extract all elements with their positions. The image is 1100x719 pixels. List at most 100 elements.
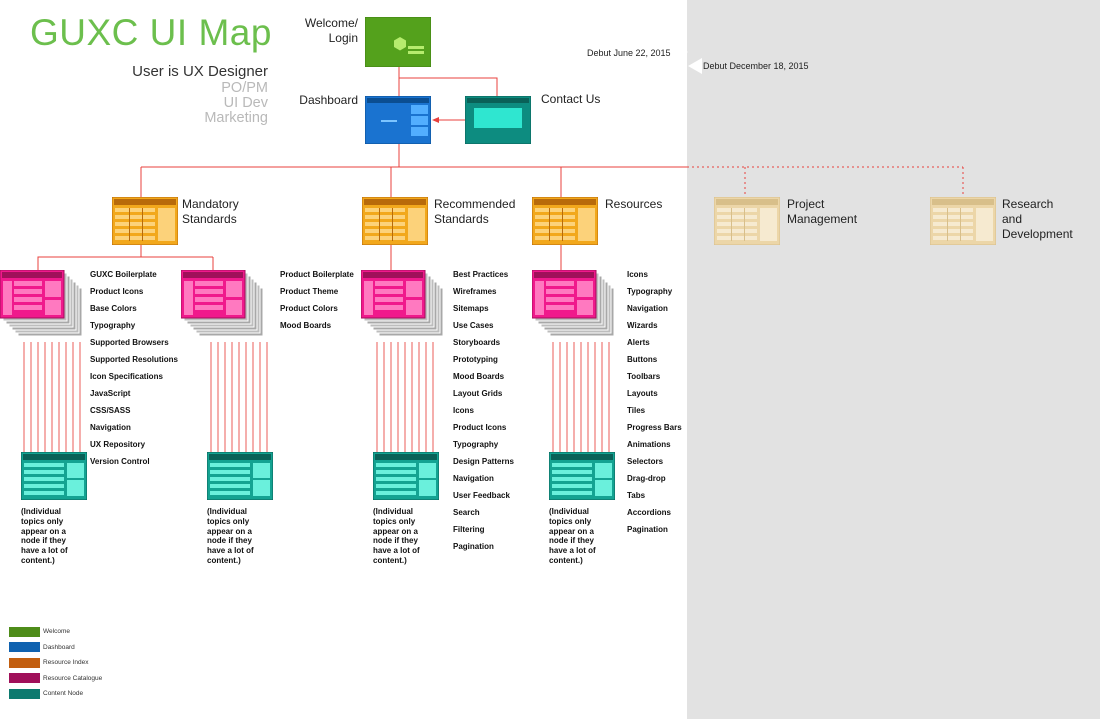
contact-screen-icon[interactable] <box>465 96 531 144</box>
legend-label: Dashboard <box>43 643 75 651</box>
content-node-note: (Individual topics only appear on a node… <box>21 507 68 565</box>
mandatory-standards-label: Mandatory Standards <box>182 197 239 226</box>
mandatory-topic-list: GUXC Boilerplate Product Icons Base Colors… <box>90 266 178 470</box>
product-topic-item[interactable]: Product Boilerplate <box>280 266 354 283</box>
resources-topic-item[interactable]: Accordions <box>627 504 682 521</box>
recommended-topic-item[interactable]: Filtering <box>453 521 514 538</box>
product-topic-list: Product Boilerplate Product Theme Product … <box>280 266 354 334</box>
recommended-topic-item[interactable]: Pagination <box>453 538 514 555</box>
mandatory-topic-item[interactable]: CSS/SASS <box>90 402 178 419</box>
legend-label: Resource Catalogue <box>43 674 103 682</box>
content-node-icon[interactable] <box>373 452 439 500</box>
resources-topic-item[interactable]: Layouts <box>627 385 682 402</box>
mandatory-topic-item[interactable]: JavaScript <box>90 385 178 402</box>
recommended-topic-item[interactable]: Wireframes <box>453 283 514 300</box>
resources-topic-item[interactable]: Tabs <box>627 487 682 504</box>
legend-label: Resource Index <box>43 659 89 666</box>
legend-swatch <box>9 626 40 637</box>
project-management-label: Project Management <box>787 197 858 226</box>
map-title: GUXC UI Map <box>30 12 272 53</box>
content-node-icon[interactable] <box>207 452 273 500</box>
mandatory-topic-item[interactable]: Version Control <box>90 453 178 470</box>
recommended-topic-item[interactable]: Navigation <box>453 470 514 487</box>
role-ui-dev[interactable]: UI Dev <box>224 96 268 111</box>
product-topic-item[interactable]: Product Theme <box>280 283 354 300</box>
product-topic-item[interactable]: Product Colors <box>280 300 354 317</box>
mandatory-topic-item[interactable]: Icon Specifications <box>90 368 178 385</box>
recommended-topic-item[interactable]: Use Cases <box>453 317 514 334</box>
resources-topic-item[interactable]: Navigation <box>627 300 682 317</box>
role-marketing[interactable]: Marketing <box>204 111 268 126</box>
recommended-topic-item[interactable]: Best Practices <box>453 266 514 283</box>
resources-topic-item[interactable]: Toolbars <box>627 368 682 385</box>
resources-topic-item[interactable]: Selectors <box>627 453 682 470</box>
recommended-topic-item[interactable]: Product Icons <box>453 419 514 436</box>
resource-index-icon[interactable] <box>112 197 178 245</box>
resources-topic-item[interactable]: Drag-drop <box>627 470 682 487</box>
resources-topic-item[interactable]: Icons <box>627 266 682 283</box>
legend-swatch <box>9 673 40 683</box>
dashboard-label: Dashboard <box>299 93 358 107</box>
ui-map-canvas: GUXC UI Map User is UX Designer PO/PM UI… <box>0 0 1100 719</box>
mandatory-topic-item[interactable]: GUXC Boilerplate <box>90 266 178 283</box>
welcome-label: Welcome/ Login <box>304 16 358 45</box>
recommended-topic-item[interactable]: Icons <box>453 402 514 419</box>
recommended-topic-item[interactable]: Prototyping <box>453 351 514 368</box>
recommended-topic-item[interactable]: User Feedback <box>453 487 514 504</box>
legend-item: Welcome <box>9 626 70 637</box>
resources-topic-item[interactable]: Alerts <box>627 334 682 351</box>
recommended-topic-item[interactable]: Design Patterns <box>453 453 514 470</box>
mandatory-topic-item[interactable]: Product Icons <box>90 283 178 300</box>
recommended-topic-item[interactable]: Layout Grids <box>453 385 514 402</box>
legend-item: Dashboard <box>9 642 75 653</box>
resources-topic-item[interactable]: Animations <box>627 436 682 453</box>
content-node-icon[interactable] <box>549 452 615 500</box>
resources-topic-item[interactable]: Progress Bars <box>627 419 682 436</box>
mandatory-topic-item[interactable]: Supported Resolutions <box>90 351 178 368</box>
resources-topic-item[interactable]: Tiles <box>627 402 682 419</box>
research-development-label: Research and Development <box>1002 197 1073 241</box>
legend-item: Content Node <box>9 688 83 699</box>
resource-catalogue-stack-icon[interactable] <box>181 270 275 342</box>
dashboard-screen-icon[interactable] <box>365 96 431 144</box>
resources-topic-item[interactable]: Buttons <box>627 351 682 368</box>
mandatory-topic-item[interactable]: Typography <box>90 317 178 334</box>
resources-topic-item[interactable]: Typography <box>627 283 682 300</box>
recommended-standards-label: Recommended Standards <box>434 197 516 226</box>
research-index-icon[interactable] <box>930 197 996 245</box>
role-po-pm[interactable]: PO/PM <box>221 81 268 96</box>
resources-topic-item[interactable]: Pagination <box>627 521 682 538</box>
product-topic-item[interactable]: Mood Boards <box>280 317 354 334</box>
legend-label: Content Node <box>43 690 84 697</box>
recommended-topic-item[interactable]: Search <box>453 504 514 521</box>
mandatory-topic-item[interactable]: Navigation <box>90 419 178 436</box>
content-node-icon[interactable] <box>21 452 87 500</box>
debut-june-pointer-icon <box>674 44 688 60</box>
resource-catalogue-stack-icon[interactable] <box>361 270 445 342</box>
contact-label: Contact Us <box>541 92 601 106</box>
resources-topic-list: Icons Typography Navigation Wizards Alerts Bu… <box>627 266 682 538</box>
resource-index-icon[interactable] <box>532 197 598 245</box>
legend-label: Welcome <box>43 628 70 635</box>
debut-december-pointer-icon <box>688 58 702 74</box>
resource-catalogue-stack-icon[interactable] <box>0 270 84 342</box>
mandatory-topic-item[interactable]: UX Repository <box>90 436 178 453</box>
recommended-topic-item[interactable]: Storyboards <box>453 334 514 351</box>
project-management-index-icon[interactable] <box>714 197 780 245</box>
role-active[interactable]: User is UX Designer <box>132 64 268 79</box>
mandatory-topic-item[interactable]: Supported Browsers <box>90 334 178 351</box>
debut-december-label: Debut December 18, 2015 <box>703 61 809 71</box>
recommended-topic-item[interactable]: Mood Boards <box>453 368 514 385</box>
resources-topic-item[interactable]: Wizards <box>627 317 682 334</box>
legend-item: Resource Index <box>9 657 89 668</box>
recommended-topic-item[interactable]: Typography <box>453 436 514 453</box>
legend-swatch <box>9 688 40 699</box>
recommended-topic-item[interactable]: Sitemaps <box>453 300 514 317</box>
content-node-note: (Individual topics only appear on a node… <box>373 507 420 565</box>
mandatory-topic-item[interactable]: Base Colors <box>90 300 178 317</box>
resource-catalogue-stack-icon[interactable] <box>532 270 616 342</box>
content-node-note: (Individual topics only appear on a node… <box>549 507 596 565</box>
welcome-screen-icon[interactable] <box>365 17 431 67</box>
legend-swatch <box>9 642 40 652</box>
resource-index-icon[interactable] <box>362 197 428 245</box>
